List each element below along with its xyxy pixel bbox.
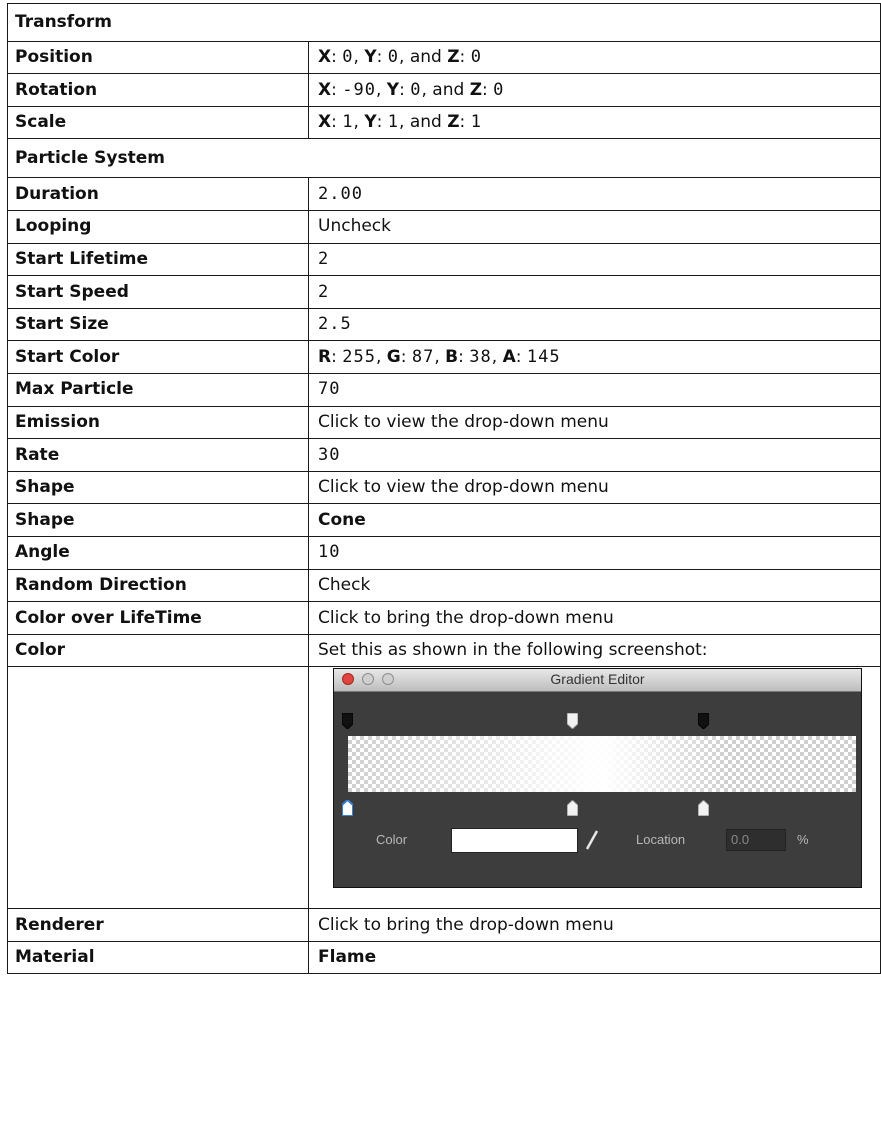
value-color: Set this as shown in the following scree… <box>308 633 881 668</box>
value-start-size: 2.5 <box>308 307 881 342</box>
label-start-speed: Start Speed <box>7 275 309 309</box>
label-max-particle: Max Particle <box>7 372 309 407</box>
value-duration: 2.00 <box>308 177 881 211</box>
label-position: Position <box>7 40 309 75</box>
gradient-preview-bar[interactable] <box>348 736 856 793</box>
color-key-marker-icon[interactable] <box>567 800 578 817</box>
row-shape-menu: Shape Click to view the drop-down menu <box>7 470 881 505</box>
color-key-marker-icon[interactable] <box>698 800 709 817</box>
percent-label: % <box>797 832 809 848</box>
value-scale: X: 1, Y: 1, and Z: 1 <box>308 105 881 140</box>
row-color-over-lifetime: Color over LifeTime Click to bring the d… <box>7 601 881 635</box>
label-shape: Shape <box>7 503 309 537</box>
label-rate: Rate <box>7 438 309 472</box>
value-angle: 10 <box>308 535 881 570</box>
alpha-key-marker-icon[interactable] <box>567 713 578 730</box>
row-looping: Looping Uncheck <box>7 209 881 244</box>
label-start-lifetime: Start Lifetime <box>7 242 309 277</box>
location-input[interactable]: 0.0 <box>726 829 786 852</box>
row-color: Color Set this as shown in the following… <box>7 633 881 668</box>
label-angle: Angle <box>7 535 309 570</box>
location-label: Location <box>636 832 686 848</box>
row-position: Position X: 0, Y: 0, and Z: 0 <box>7 40 881 75</box>
label-color-over-lifetime: Color over LifeTime <box>7 601 309 635</box>
label-start-color: Start Color <box>7 340 309 374</box>
gradient-editor-title: Gradient Editor <box>550 671 645 688</box>
gradient-editor-titlebar: Gradient Editor <box>334 669 861 693</box>
section-transform: Transform <box>7 3 881 42</box>
row-emission: Emission Click to view the drop-down men… <box>7 405 881 440</box>
value-rate: 30 <box>308 438 881 472</box>
location-value: 0.0 <box>731 832 750 848</box>
row-rotation: Rotation X: -90, Y: 0, and Z: 0 <box>7 73 881 107</box>
row-start-color: Start Color R: 255, G: 87, B: 38, A: 145 <box>7 340 881 374</box>
value-material: Flame <box>308 940 881 975</box>
row-material: Material Flame <box>7 940 881 975</box>
row-duration: Duration 2.00 <box>7 177 881 211</box>
value-start-color: R: 255, G: 87, B: 38, A: 145 <box>308 340 881 374</box>
value-color-over-lifetime: Click to bring the drop-down menu <box>308 601 881 635</box>
label-emission: Emission <box>7 405 309 440</box>
empty-cell <box>7 666 309 910</box>
gradient-editor-cell: Gradient Editor Color Location 0.0 % <box>308 666 881 910</box>
label-scale: Scale <box>7 105 309 140</box>
alpha-key-marker-icon[interactable] <box>698 713 709 730</box>
value-max-particle: 70 <box>308 372 881 407</box>
row-start-size: Start Size 2.5 <box>7 307 881 342</box>
label-shape-menu: Shape <box>7 470 309 505</box>
label-material: Material <box>7 940 309 975</box>
value-position: X: 0, Y: 0, and Z: 0 <box>308 40 881 75</box>
label-random-direction: Random Direction <box>7 568 309 603</box>
row-start-lifetime: Start Lifetime 2 <box>7 242 881 277</box>
color-label: Color <box>376 832 408 848</box>
label-color: Color <box>7 633 309 668</box>
label-start-size: Start Size <box>7 307 309 342</box>
color-key-marker-icon[interactable] <box>342 800 353 817</box>
value-start-lifetime: 2 <box>308 242 881 277</box>
row-random-direction: Random Direction Check <box>7 568 881 603</box>
value-start-speed: 2 <box>308 275 881 309</box>
value-shape-menu: Click to view the drop-down menu <box>308 470 881 505</box>
label-renderer: Renderer <box>7 908 309 942</box>
value-emission: Click to view the drop-down menu <box>308 405 881 440</box>
section-particle-system: Particle System <box>7 138 881 179</box>
row-max-particle: Max Particle 70 <box>7 372 881 407</box>
label-rotation: Rotation <box>7 73 309 107</box>
row-shape: Shape Cone <box>7 503 881 537</box>
row-scale: Scale X: 1, Y: 1, and Z: 1 <box>7 105 881 140</box>
label-looping: Looping <box>7 209 309 244</box>
value-renderer: Click to bring the drop-down menu <box>308 908 881 942</box>
eyedropper-icon[interactable] <box>585 829 599 856</box>
value-random-direction: Check <box>308 568 881 603</box>
color-swatch-field[interactable] <box>451 828 578 854</box>
row-gradient-editor: Gradient Editor Color Location 0.0 % <box>7 666 881 910</box>
row-start-speed: Start Speed 2 <box>7 275 881 309</box>
row-rate: Rate 30 <box>7 438 881 472</box>
value-looping: Uncheck <box>308 209 881 244</box>
alpha-key-marker-icon[interactable] <box>342 713 353 730</box>
value-rotation: X: -90, Y: 0, and Z: 0 <box>308 73 881 107</box>
label-duration: Duration <box>7 177 309 211</box>
gradient-overlay <box>348 736 856 793</box>
gradient-editor-window: Gradient Editor Color Location 0.0 % <box>333 668 862 889</box>
settings-table: Transform Position X: 0, Y: 0, and Z: 0 … <box>7 3 881 975</box>
row-angle: Angle 10 <box>7 535 881 570</box>
value-shape: Cone <box>308 503 881 537</box>
row-renderer: Renderer Click to bring the drop-down me… <box>7 908 881 942</box>
